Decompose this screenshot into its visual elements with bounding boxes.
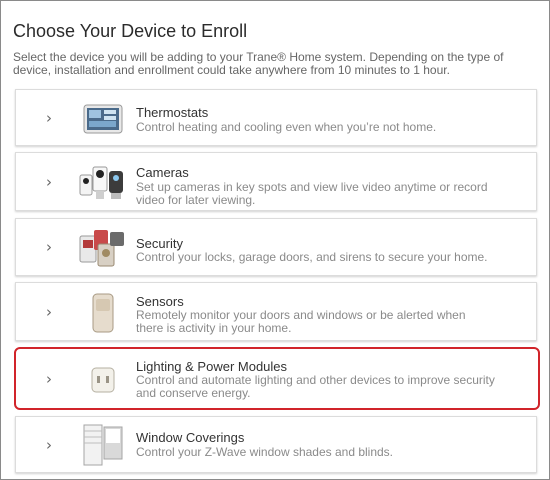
thermostat-icon — [78, 97, 128, 141]
intro-text: Select the device you will be adding to … — [13, 50, 504, 77]
device-title: Window Coverings — [136, 430, 245, 445]
chevron-right-icon: › — [46, 302, 52, 321]
device-description: Control your Z-Wave window shades and bl… — [136, 445, 394, 459]
device-title: Cameras — [136, 165, 189, 180]
device-card-security[interactable]: › Security Control your locks, garage do… — [15, 218, 537, 276]
power-module-icon — [78, 358, 128, 402]
chevron-right-icon: › — [46, 108, 52, 127]
device-title: Security — [136, 236, 183, 251]
camera-icon — [78, 161, 128, 205]
device-description: Remotely monitor your doors and windows … — [136, 308, 466, 335]
device-card-thermostats[interactable]: › Thermostats Control heating and coolin… — [15, 89, 537, 146]
device-card-window-coverings[interactable]: › Window Coverings Control your Z-Wave w… — [15, 416, 537, 473]
page-title: Choose Your Device to Enroll — [13, 21, 248, 41]
chevron-right-icon: › — [46, 369, 52, 388]
window-covering-icon — [78, 423, 128, 467]
device-title: Thermostats — [136, 105, 209, 120]
device-description: Control and automate lighting and other … — [136, 373, 495, 400]
chevron-right-icon: › — [46, 172, 52, 191]
chevron-right-icon: › — [46, 435, 52, 454]
device-description: Set up cameras in key spots and view liv… — [136, 180, 488, 207]
sensor-icon — [78, 291, 128, 335]
device-card-sensors[interactable]: › Sensors Remotely monitor your doors an… — [15, 282, 537, 341]
device-card-cameras[interactable]: › Cameras Set up cameras in key spots an… — [15, 152, 537, 211]
chevron-right-icon: › — [46, 238, 52, 256]
device-title: Sensors — [136, 294, 184, 309]
security-icon — [78, 226, 128, 270]
device-title: Lighting & Power Modules — [136, 359, 288, 374]
device-description: Control your locks, garage doors, and si… — [136, 250, 488, 264]
device-card-lighting-power-modules[interactable]: › Lighting & Power Modules Control and a… — [14, 347, 540, 410]
device-description: Control heating and cooling even when yo… — [136, 120, 437, 134]
enroll-panel: Choose Your Device to Enroll Select the … — [0, 0, 550, 480]
